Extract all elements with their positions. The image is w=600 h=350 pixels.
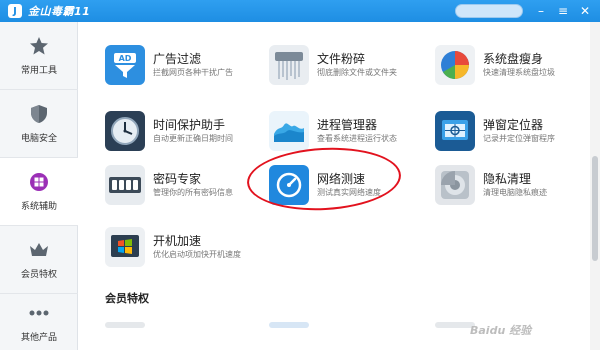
title-bar: J 金山毒霸11 – ≡ ✕ xyxy=(0,0,600,22)
menu-icon[interactable]: ≡ xyxy=(554,2,572,20)
sidebar-item-system-assist[interactable]: 系统辅助 xyxy=(0,158,78,226)
ad-filter-icon: AD xyxy=(105,45,145,85)
sidebar-item-other-products[interactable]: 其他产品 xyxy=(0,294,78,350)
tool-disk-slim[interactable]: 系统盘瘦身 快速清理系统盘垃圾 xyxy=(435,42,588,88)
tool-description: 拦截网页各种干扰广告 xyxy=(153,68,233,77)
tools-panel: AD 广告过滤 拦截网页各种干扰广告 文件粉碎 彻底删除文件或文件夹 系统盘瘦身… xyxy=(79,22,588,350)
next-row-peek xyxy=(269,322,309,328)
next-row-peek xyxy=(105,322,145,328)
disk-slim-icon xyxy=(435,45,475,85)
title-search-box[interactable] xyxy=(455,4,523,18)
sidebar-item-label: 其他产品 xyxy=(20,332,57,343)
tool-password-expert[interactable]: 密码专家 管理你的所有密码信息 xyxy=(105,162,265,208)
minimize-button[interactable]: – xyxy=(532,2,550,20)
tool-file-shredder[interactable]: 文件粉碎 彻底删除文件或文件夹 xyxy=(269,42,429,88)
speedometer-icon xyxy=(269,165,309,205)
tool-name: 密码专家 xyxy=(153,172,202,186)
tool-boot-speedup[interactable]: 开机加速 优化启动项加快开机速度 xyxy=(105,224,265,270)
sidebar-item-pc-security[interactable]: 电脑安全 xyxy=(0,90,78,158)
boot-speedup-icon xyxy=(105,227,145,267)
sidebar: 常用工具 电脑安全 系统辅助 会员特权 其他产品 xyxy=(0,22,78,350)
tool-description: 自动更新正确日期时间 xyxy=(153,134,233,143)
tool-name: 广告过滤 xyxy=(153,52,202,66)
tool-name: 进程管理器 xyxy=(317,118,378,132)
tool-ad-filter[interactable]: AD 广告过滤 拦截网页各种干扰广告 xyxy=(105,42,265,88)
tool-network-speed-test[interactable]: 网络测速 测试真实网络速度 xyxy=(269,162,429,208)
tool-description: 记录并定位弹窗程序 xyxy=(483,134,555,143)
crown-icon xyxy=(28,239,50,261)
tool-description: 管理你的所有密码信息 xyxy=(153,188,233,197)
app-title: 金山毒霸11 xyxy=(28,5,91,18)
sidebar-item-label: 会员特权 xyxy=(20,270,57,280)
shield-icon xyxy=(28,103,50,125)
tool-name: 时间保护助手 xyxy=(153,118,226,132)
sidebar-item-label: 常用工具 xyxy=(20,66,57,76)
tool-description: 清理电脑隐私痕迹 xyxy=(483,188,547,197)
file-shredder-icon xyxy=(269,45,309,85)
app-logo-icon: J xyxy=(8,4,22,18)
tool-name: 文件粉碎 xyxy=(317,52,366,66)
tool-name: 网络测速 xyxy=(317,172,366,186)
tool-popup-locator[interactable]: 弹窗定位器 记录并定位弹窗程序 xyxy=(435,108,588,154)
password-icon xyxy=(105,165,145,205)
tool-process-manager[interactable]: 进程管理器 查看系统进程运行状态 xyxy=(269,108,429,154)
tool-description: 快速清理系统盘垃圾 xyxy=(483,68,555,77)
section-title-member-privileges: 会员特权 xyxy=(105,292,149,305)
svg-text:AD: AD xyxy=(119,54,132,63)
more-dots-icon xyxy=(28,302,50,324)
tool-name: 开机加速 xyxy=(153,234,202,248)
star-icon xyxy=(28,35,50,57)
privacy-icon xyxy=(435,165,475,205)
sidebar-item-label: 系统辅助 xyxy=(20,202,57,212)
sidebar-item-common-tools[interactable]: 常用工具 xyxy=(0,22,78,90)
tool-privacy-clean[interactable]: 隐私清理 清理电脑隐私痕迹 xyxy=(435,162,588,208)
tool-name: 弹窗定位器 xyxy=(483,118,544,132)
vertical-scrollbar[interactable] xyxy=(590,22,600,350)
next-row-peek xyxy=(435,322,475,328)
tool-description: 优化启动项加快开机速度 xyxy=(153,250,241,259)
tool-description: 测试真实网络速度 xyxy=(317,188,381,197)
scrollbar-thumb[interactable] xyxy=(592,156,598,261)
sidebar-item-member-privileges[interactable]: 会员特权 xyxy=(0,226,78,294)
clock-icon xyxy=(105,111,145,151)
sidebar-item-label: 电脑安全 xyxy=(20,134,57,144)
tool-name: 隐私清理 xyxy=(483,172,532,186)
tool-time-protect[interactable]: 时间保护助手 自动更新正确日期时间 xyxy=(105,108,265,154)
close-button[interactable]: ✕ xyxy=(576,2,594,20)
watermark: Baidu 经验 xyxy=(470,324,532,337)
tool-name: 系统盘瘦身 xyxy=(483,52,544,66)
tool-description: 彻底删除文件或文件夹 xyxy=(317,68,397,77)
process-manager-icon xyxy=(269,111,309,151)
tool-description: 查看系统进程运行状态 xyxy=(317,134,397,143)
windows-icon xyxy=(28,171,50,193)
popup-locator-icon xyxy=(435,111,475,151)
